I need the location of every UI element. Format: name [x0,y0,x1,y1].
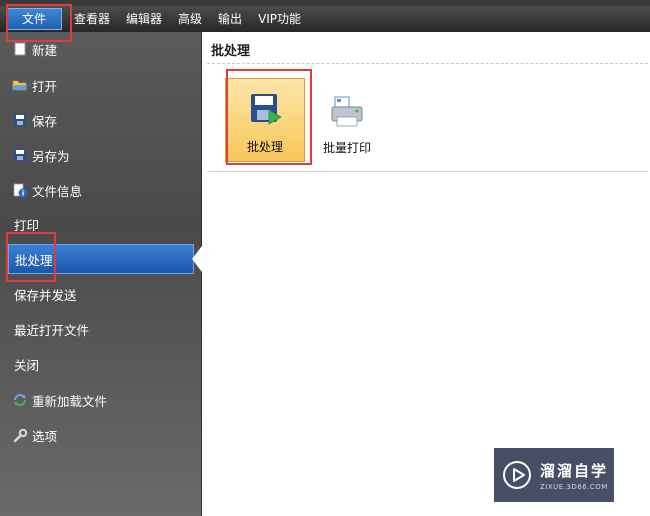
save-as-icon [12,147,28,163]
section-title: 批处理 [211,44,251,59]
sidebar-item-label: 打印 [14,217,40,233]
menu-viewer[interactable]: 查看器 [66,6,118,32]
menu-vip[interactable]: VIP功能 [250,6,309,32]
sidebar-item-options[interactable]: 选项 [0,420,202,450]
sidebar-item-batch[interactable]: 批处理 [8,244,194,274]
sidebar-item-new[interactable]: 新建 [0,34,202,64]
tile-label: 批量打印 [322,141,371,155]
batch-process-icon [251,94,282,125]
menu-editor[interactable]: 编辑器 [118,6,170,32]
watermark-url: ZIXUE.3D66.COM [540,482,608,491]
sidebar-item-label: 选项 [32,428,58,444]
menu-file[interactable]: 文件 [6,8,62,30]
menu-advanced[interactable]: 高级 [170,6,210,32]
sidebar-item-label: 保存 [32,113,58,129]
menu-output[interactable]: 输出 [210,6,250,32]
sidebar-item-recent-files[interactable]: 最近打开文件 [0,314,202,344]
sidebar-item-label: 批处理 [15,252,53,268]
sidebar-item-reload[interactable]: 重新加载文件 [0,385,202,415]
sidebar-item-save-and-send[interactable]: 保存并发送 [0,279,202,309]
divider [207,171,648,172]
main-panel: 批处理 批处理 批量打印 [203,32,650,516]
sidebar-item-save-as[interactable]: 另存为 [0,140,202,170]
sidebar-item-label: 打开 [32,78,58,94]
file-info-icon [12,182,28,198]
sidebar-item-label: 保存并发送 [14,287,77,303]
sidebar-item-label: 重新加载文件 [32,393,108,409]
watermark-title: 溜溜自学 [540,461,609,480]
wrench-icon [12,427,28,443]
divider [207,63,648,64]
menu-bar: 文件 查看器 编辑器 高级 输出 VIP功能 [0,6,650,32]
watermark: 溜溜自学 ZIXUE.3D66.COM [494,448,614,502]
active-item-pointer [192,246,202,272]
sidebar-item-label: 最近打开文件 [14,322,90,338]
reload-icon [12,392,28,408]
file-backstage-sidebar: 新建 打开 保存 另存为 文件信息 打印 批处理 保存并发送 最近打开文件 关闭 [0,32,202,516]
batch-print-icon [331,96,363,127]
sidebar-item-print[interactable]: 打印 [0,209,202,239]
sidebar-item-label: 文件信息 [32,183,83,199]
sidebar-item-label: 关闭 [14,357,40,373]
sidebar-item-save[interactable]: 保存 [0,105,202,135]
sidebar-item-close[interactable]: 关闭 [0,349,202,379]
play-logo-icon [503,461,531,489]
sidebar-item-label: 另存为 [32,148,70,164]
sidebar-item-open[interactable]: 打开 [0,70,202,100]
sidebar-item-label: 新建 [32,42,58,58]
tile-label: 批处理 [246,140,283,154]
batch-print-button[interactable]: 批量打印 [307,78,387,162]
folder-open-icon [12,77,28,93]
sidebar-item-file-info[interactable]: 文件信息 [0,175,202,205]
save-icon [12,112,28,128]
new-icon [12,41,28,57]
batch-process-button[interactable]: 批处理 [225,78,305,162]
